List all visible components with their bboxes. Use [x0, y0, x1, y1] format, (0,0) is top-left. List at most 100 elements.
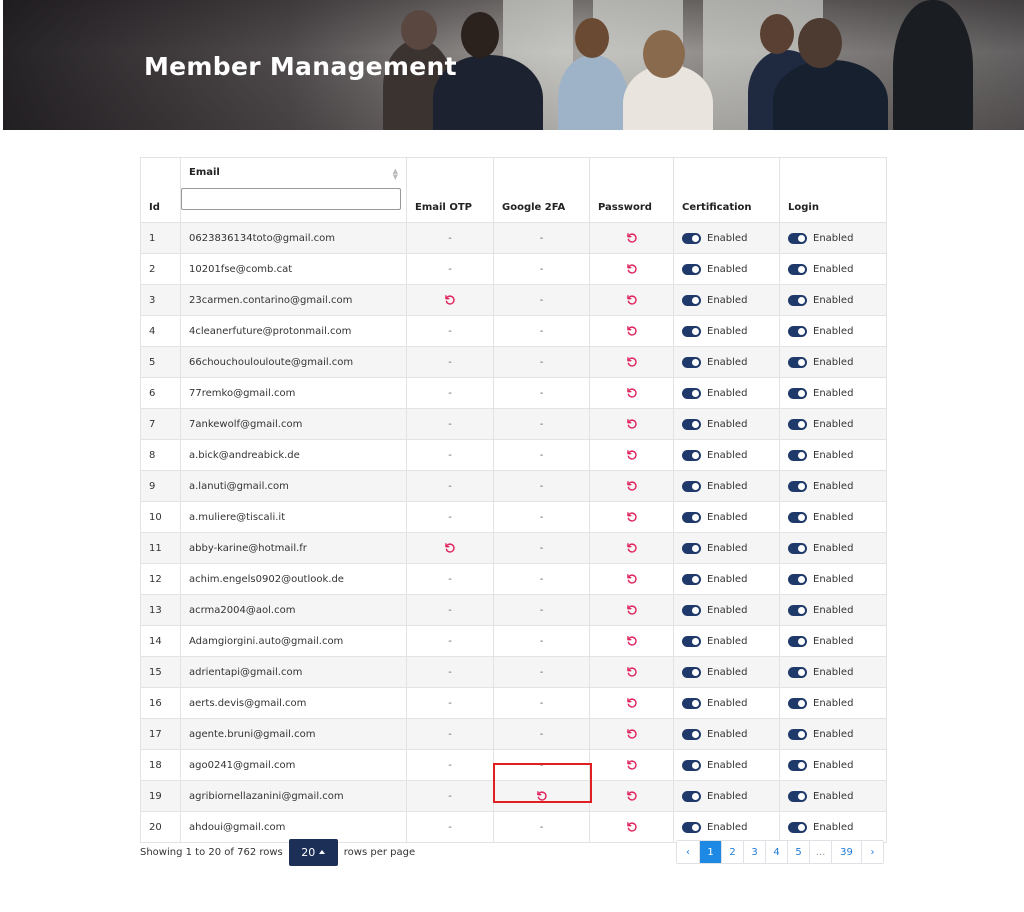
- login-toggle[interactable]: [788, 232, 807, 244]
- certification-toggle[interactable]: [682, 294, 701, 306]
- pagination-next[interactable]: ›: [861, 841, 883, 863]
- empty-value: -: [539, 387, 544, 399]
- email-filter-input[interactable]: [181, 188, 401, 210]
- certification-toggle[interactable]: [682, 480, 701, 492]
- sort-icon[interactable]: ▲ ▼: [393, 168, 398, 181]
- pagination-page-1[interactable]: 1: [699, 841, 721, 863]
- login-toggle[interactable]: [788, 821, 807, 833]
- rotate-ccw-icon[interactable]: [626, 821, 638, 833]
- empty-value: -: [539, 418, 544, 430]
- certification-toggle[interactable]: [682, 697, 701, 709]
- rotate-ccw-icon[interactable]: [626, 666, 638, 678]
- cell-password: [589, 470, 674, 502]
- login-toggle[interactable]: [788, 294, 807, 306]
- cell-certification: Enabled: [673, 687, 780, 719]
- rotate-ccw-icon[interactable]: [626, 387, 638, 399]
- login-toggle[interactable]: [788, 666, 807, 678]
- rotate-ccw-icon[interactable]: [626, 542, 638, 554]
- cell-email: 66chouchoulouloute@gmail.com: [180, 346, 407, 378]
- cell-email-otp: -: [406, 470, 494, 502]
- rotate-ccw-icon[interactable]: [536, 790, 548, 802]
- rotate-ccw-icon[interactable]: [626, 263, 638, 275]
- empty-value: -: [539, 542, 544, 554]
- certification-toggle[interactable]: [682, 573, 701, 585]
- toggle-label: Enabled: [813, 232, 854, 244]
- pagination-page-3[interactable]: 3: [743, 841, 765, 863]
- rotate-ccw-icon[interactable]: [626, 356, 638, 368]
- login-toggle[interactable]: [788, 418, 807, 430]
- rotate-ccw-icon[interactable]: [626, 635, 638, 647]
- empty-value: -: [448, 666, 452, 678]
- cell-certification: Enabled: [673, 718, 780, 750]
- certification-toggle[interactable]: [682, 232, 701, 244]
- cell-google-2fa: -: [493, 284, 590, 316]
- certification-toggle[interactable]: [682, 666, 701, 678]
- rotate-ccw-icon[interactable]: [626, 604, 638, 616]
- showing-rows-text: Showing 1 to 20 of 762 rows: [140, 846, 283, 858]
- certification-toggle[interactable]: [682, 821, 701, 833]
- certification-toggle[interactable]: [682, 728, 701, 740]
- login-toggle[interactable]: [788, 759, 807, 771]
- toggle-label: Enabled: [813, 821, 854, 833]
- login-toggle[interactable]: [788, 325, 807, 337]
- cell-id: 7: [140, 408, 181, 440]
- rotate-ccw-icon[interactable]: [444, 542, 456, 554]
- rotate-ccw-icon[interactable]: [626, 790, 638, 802]
- pagination-page-5[interactable]: 5: [787, 841, 809, 863]
- cell-password: [589, 377, 674, 409]
- login-toggle[interactable]: [788, 511, 807, 523]
- pagination-prev[interactable]: ‹: [677, 841, 699, 863]
- login-toggle[interactable]: [788, 728, 807, 740]
- cell-id: 2: [140, 253, 181, 285]
- rotate-ccw-icon[interactable]: [626, 759, 638, 771]
- certification-toggle[interactable]: [682, 418, 701, 430]
- login-toggle[interactable]: [788, 356, 807, 368]
- login-toggle[interactable]: [788, 790, 807, 802]
- cell-email: adrientapi@gmail.com: [180, 656, 407, 688]
- rotate-ccw-icon[interactable]: [626, 418, 638, 430]
- cell-google-2fa: [493, 780, 590, 812]
- login-toggle[interactable]: [788, 635, 807, 647]
- certification-toggle[interactable]: [682, 356, 701, 368]
- rotate-ccw-icon[interactable]: [626, 232, 638, 244]
- certification-toggle[interactable]: [682, 325, 701, 337]
- rotate-ccw-icon[interactable]: [626, 511, 638, 523]
- rotate-ccw-icon[interactable]: [626, 573, 638, 585]
- certification-toggle[interactable]: [682, 263, 701, 275]
- cell-email: Adamgiorgini.auto@gmail.com: [180, 625, 407, 657]
- rotate-ccw-icon[interactable]: [626, 728, 638, 740]
- login-toggle[interactable]: [788, 480, 807, 492]
- login-toggle[interactable]: [788, 263, 807, 275]
- cell-email: 77remko@gmail.com: [180, 377, 407, 409]
- rotate-ccw-icon[interactable]: [626, 294, 638, 306]
- certification-toggle[interactable]: [682, 511, 701, 523]
- cell-email-otp: -: [406, 656, 494, 688]
- rotate-ccw-icon[interactable]: [444, 294, 456, 306]
- certification-toggle[interactable]: [682, 790, 701, 802]
- certification-toggle[interactable]: [682, 604, 701, 616]
- login-toggle[interactable]: [788, 449, 807, 461]
- rotate-ccw-icon[interactable]: [626, 697, 638, 709]
- pagination-page-2[interactable]: 2: [721, 841, 743, 863]
- certification-toggle[interactable]: [682, 387, 701, 399]
- login-toggle[interactable]: [788, 697, 807, 709]
- certification-toggle[interactable]: [682, 449, 701, 461]
- certification-toggle[interactable]: [682, 635, 701, 647]
- login-toggle[interactable]: [788, 387, 807, 399]
- column-header-email[interactable]: Email ▲ ▼: [180, 157, 407, 223]
- certification-toggle[interactable]: [682, 759, 701, 771]
- table-header-row: Id Email ▲ ▼ Email OTP Google 2FA Passwor…: [140, 157, 887, 223]
- certification-toggle[interactable]: [682, 542, 701, 554]
- pagination-page-last[interactable]: 39: [831, 841, 861, 863]
- table-row: 8 a.bick@andreabick.de - - Enabled Enabled: [140, 439, 887, 471]
- login-toggle[interactable]: [788, 604, 807, 616]
- login-toggle[interactable]: [788, 573, 807, 585]
- login-toggle[interactable]: [788, 542, 807, 554]
- empty-value: -: [539, 511, 544, 523]
- rotate-ccw-icon[interactable]: [626, 325, 638, 337]
- rotate-ccw-icon[interactable]: [626, 449, 638, 461]
- cell-email-otp: -: [406, 625, 494, 657]
- page-size-dropdown[interactable]: 20: [288, 838, 338, 866]
- rotate-ccw-icon[interactable]: [626, 480, 638, 492]
- pagination-page-4[interactable]: 4: [765, 841, 787, 863]
